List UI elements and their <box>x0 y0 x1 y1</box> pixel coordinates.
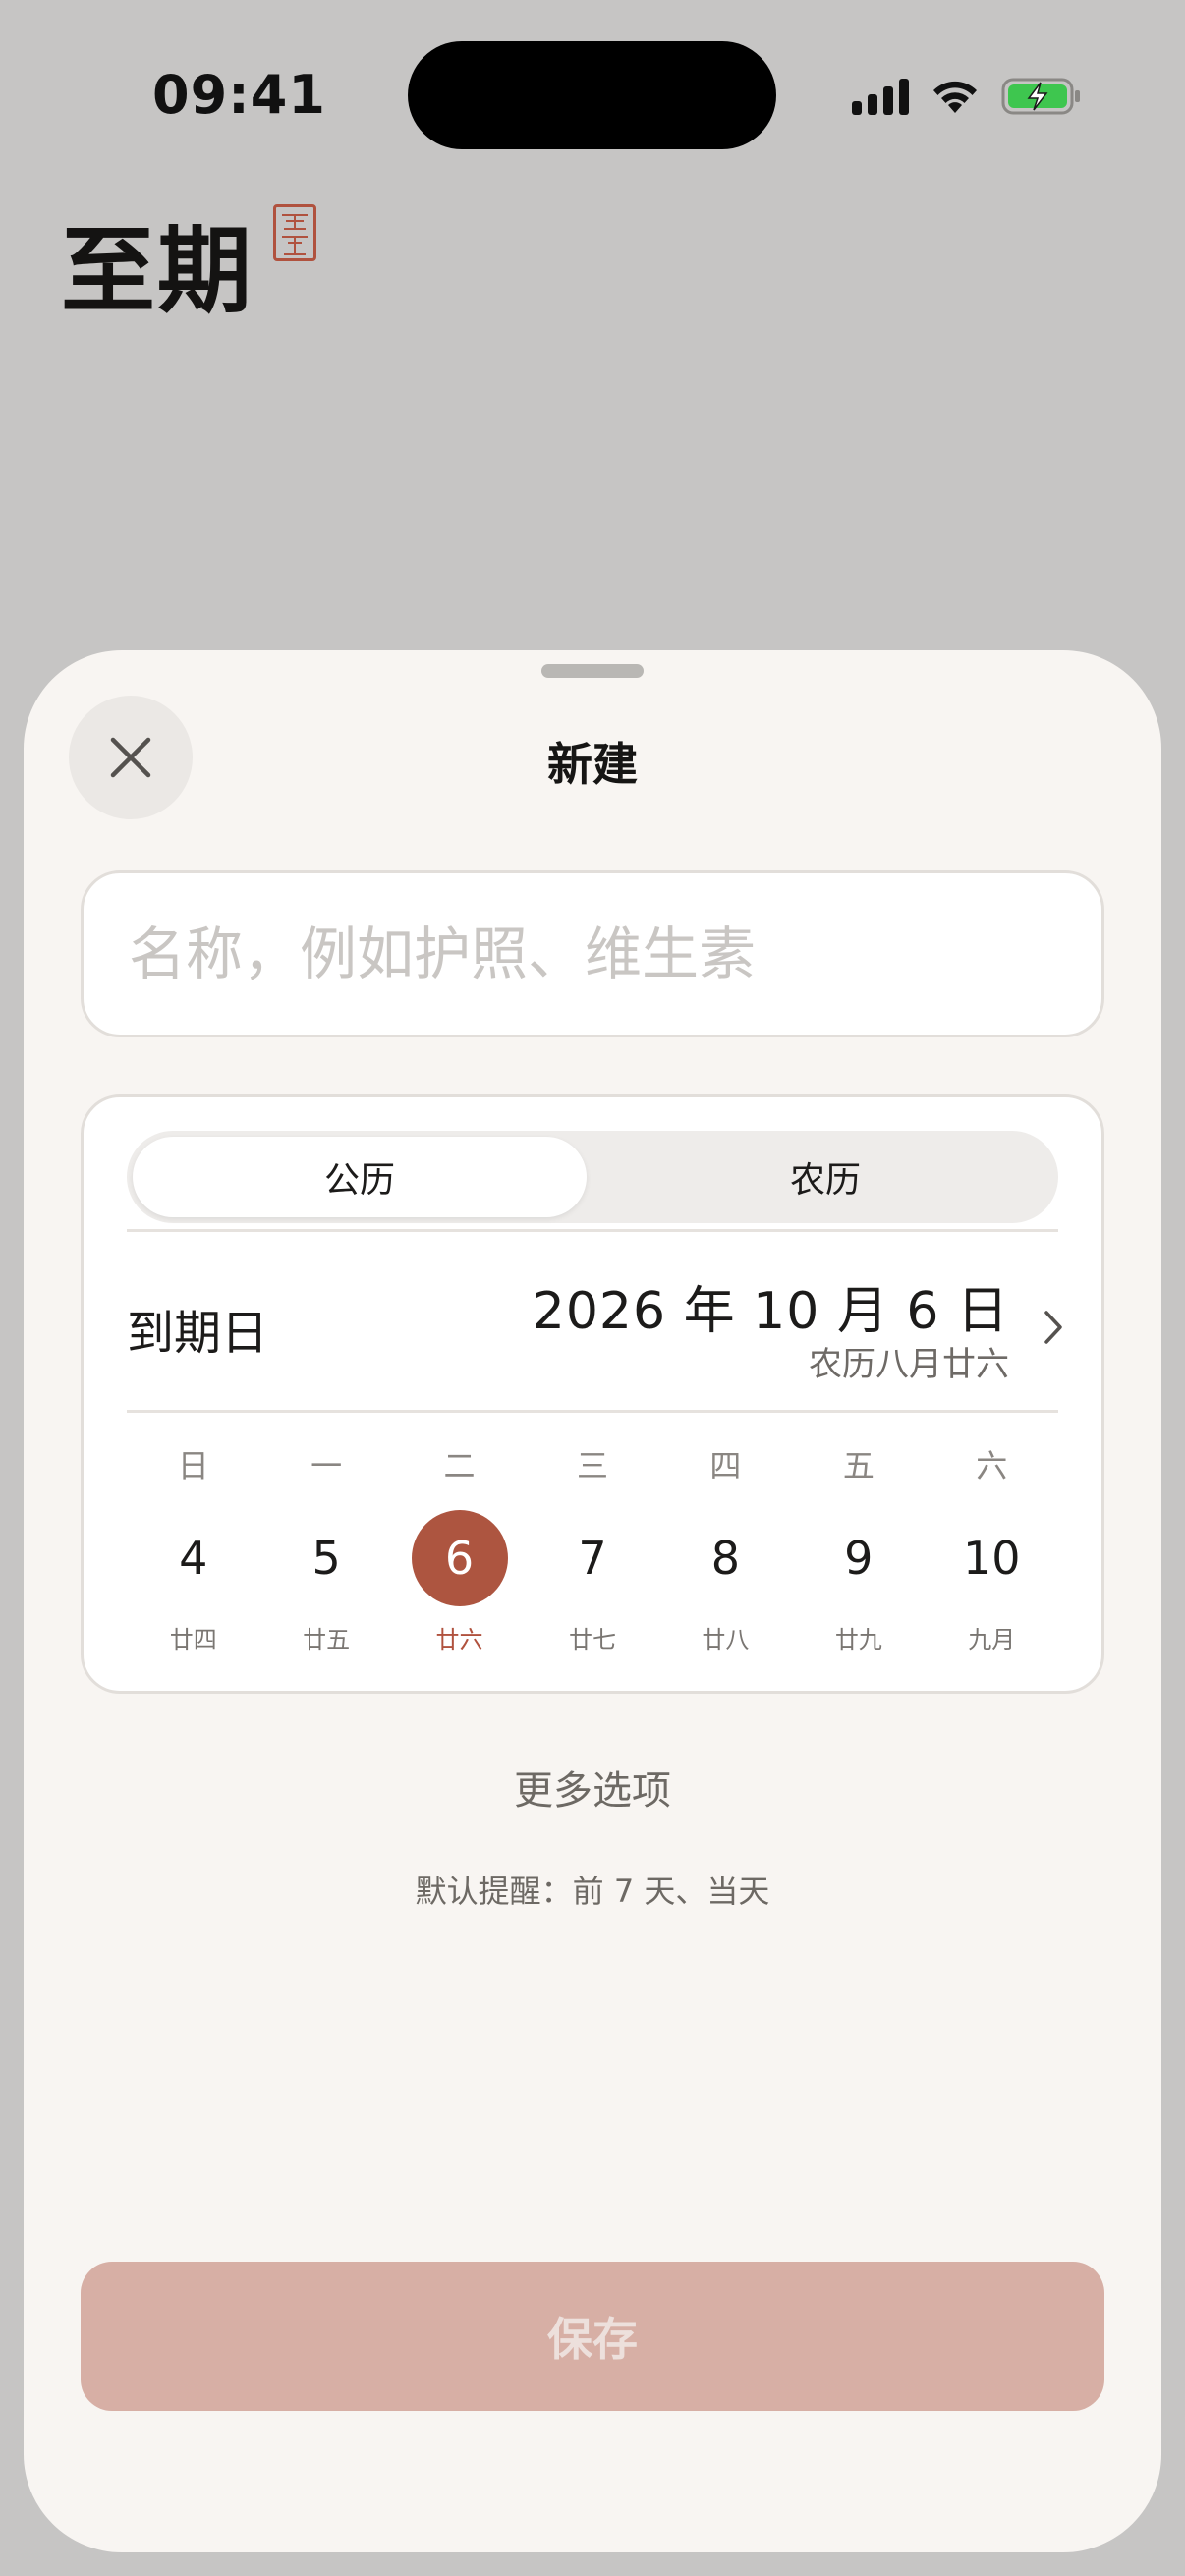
battery-charging-icon <box>1001 78 1080 115</box>
cellular-signal-icon <box>852 78 909 115</box>
day-number: 8 <box>710 1532 741 1585</box>
divider <box>127 1410 1058 1413</box>
day-lunar: 九月 <box>968 1626 1016 1653</box>
segment-gregorian[interactable]: 公历 <box>133 1137 587 1217</box>
calendar-mode-segmented-control: 公历 农历 <box>127 1131 1058 1223</box>
dynamic-island <box>408 41 776 149</box>
more-options-link[interactable]: 更多选项 <box>24 1759 1161 1816</box>
app-title: 至期 <box>61 215 254 326</box>
weekday-label: 六 <box>976 1447 1008 1484</box>
weekday-label: 五 <box>842 1447 875 1484</box>
day-cell[interactable]: 日 4 廿四 <box>127 1441 259 1654</box>
day-lunar: 廿五 <box>303 1626 351 1653</box>
day-cell[interactable]: 一 5 廿五 <box>259 1441 392 1654</box>
week-strip: 日 4 廿四 一 5 廿五 二 6 廿六 三 7 廿七 四 8 廿八 五 9 廿… <box>127 1441 1058 1654</box>
day-cell[interactable]: 六 10 九月 <box>926 1441 1058 1654</box>
day-number-selected: 6 <box>411 1510 508 1606</box>
due-date-lunar: 农历八月廿六 <box>809 1345 1009 1384</box>
weekday-label: 三 <box>576 1447 608 1484</box>
day-number: 7 <box>578 1532 607 1585</box>
day-number: 10 <box>962 1532 1021 1585</box>
wifi-icon <box>933 81 977 113</box>
chevron-right-icon <box>1044 1311 1062 1344</box>
day-number: 9 <box>844 1532 874 1585</box>
segment-lunar[interactable]: 农历 <box>598 1137 1052 1217</box>
day-lunar: 廿九 <box>834 1626 882 1653</box>
weekday-label: 一 <box>310 1447 343 1484</box>
seal-logo <box>273 204 316 261</box>
status-icons <box>852 67 1082 126</box>
due-date-label: 到期日 <box>127 1306 269 1361</box>
status-time: 09:41 <box>152 64 326 126</box>
sheet-grabber[interactable] <box>541 664 644 678</box>
status-bar: 09:41 <box>0 0 1185 187</box>
name-input[interactable] <box>84 873 1101 1035</box>
new-item-sheet: 新建 公历 农历 到期日 2026 年 10 月 6 日 农历八月廿六 日 4 … <box>24 650 1161 2552</box>
day-number: 5 <box>311 1532 341 1585</box>
divider <box>127 1229 1058 1232</box>
day-lunar-selected: 廿六 <box>435 1626 483 1653</box>
weekday-label: 日 <box>177 1447 209 1484</box>
date-card: 公历 农历 到期日 2026 年 10 月 6 日 农历八月廿六 日 4 廿四 … <box>81 1094 1104 1694</box>
due-date-value: 2026 年 10 月 6 日 <box>532 1282 1009 1341</box>
weekday-label: 二 <box>443 1447 476 1484</box>
default-reminder-text: 默认提醒：前 7 天、当天 <box>415 1873 770 1910</box>
day-cell-selected[interactable]: 二 6 廿六 <box>393 1441 526 1654</box>
weekday-label: 四 <box>709 1447 742 1484</box>
day-cell[interactable]: 四 8 廿八 <box>659 1441 792 1654</box>
day-lunar: 廿八 <box>702 1626 750 1653</box>
day-lunar: 廿七 <box>568 1626 616 1653</box>
day-number: 4 <box>179 1532 208 1585</box>
save-button[interactable]: 保存 <box>81 2262 1104 2411</box>
name-field-container <box>81 870 1104 1037</box>
day-cell[interactable]: 五 9 廿九 <box>792 1441 925 1654</box>
day-lunar: 廿四 <box>169 1626 217 1653</box>
sheet-title: 新建 <box>547 738 638 791</box>
day-cell[interactable]: 三 7 廿七 <box>526 1441 658 1654</box>
